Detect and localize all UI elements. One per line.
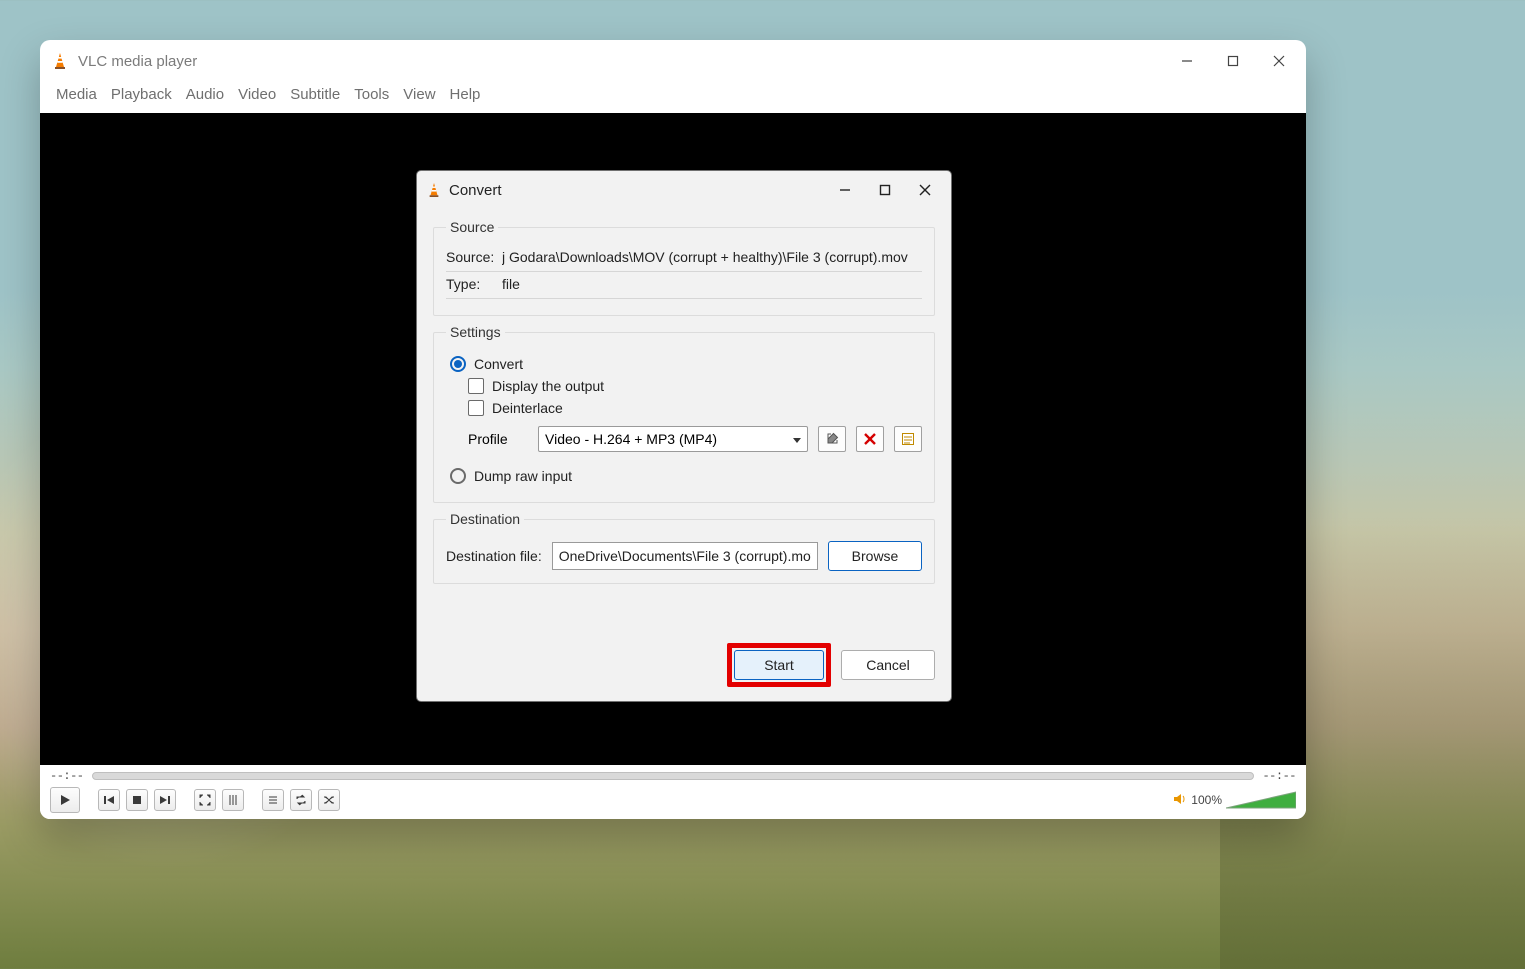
time-elapsed: --:-- (50, 769, 84, 783)
profile-label: Profile (468, 431, 528, 447)
control-bar: --:-- --:-- 100% (40, 765, 1306, 819)
dialog-title: Convert (449, 182, 502, 199)
menu-video[interactable]: Video (238, 86, 276, 103)
dropdown-caret-icon (793, 431, 801, 447)
deinterlace-label: Deinterlace (492, 400, 563, 416)
profile-select[interactable]: Video - H.264 + MP3 (MP4) (538, 426, 808, 452)
dialog-maximize-button[interactable] (865, 176, 905, 204)
volume-label: 100% (1191, 793, 1222, 807)
vlc-cone-icon (427, 182, 441, 198)
extended-settings-button[interactable] (222, 789, 244, 811)
maximize-button[interactable] (1210, 46, 1256, 76)
source-legend: Source (446, 219, 498, 235)
close-button[interactable] (1256, 46, 1302, 76)
playlist-button[interactable] (262, 789, 284, 811)
fullscreen-button[interactable] (194, 789, 216, 811)
dialog-minimize-button[interactable] (825, 176, 865, 204)
checkbox-empty-icon (468, 378, 484, 394)
menu-view[interactable]: View (403, 86, 435, 103)
radio-empty-icon (450, 468, 466, 484)
main-menubar: Media Playback Audio Video Subtitle Tool… (40, 82, 1306, 113)
main-window-title: VLC media player (78, 53, 197, 70)
dump-raw-label: Dump raw input (474, 468, 572, 484)
edit-profile-button[interactable] (818, 426, 846, 452)
previous-button[interactable] (98, 789, 120, 811)
next-button[interactable] (154, 789, 176, 811)
delete-profile-button[interactable] (856, 426, 884, 452)
menu-audio[interactable]: Audio (186, 86, 224, 103)
profile-value: Video - H.264 + MP3 (MP4) (545, 431, 717, 447)
convert-radio-label: Convert (474, 356, 523, 372)
new-profile-button[interactable] (894, 426, 922, 452)
radio-selected-icon (450, 356, 466, 372)
main-titlebar[interactable]: VLC media player (40, 40, 1306, 82)
type-value: file (502, 276, 922, 292)
menu-help[interactable]: Help (450, 86, 481, 103)
play-button[interactable] (50, 787, 80, 813)
time-remaining: --:-- (1262, 769, 1296, 783)
menu-media[interactable]: Media (56, 86, 97, 103)
menu-tools[interactable]: Tools (354, 86, 389, 103)
deinterlace-checkbox[interactable]: Deinterlace (468, 400, 922, 416)
dialog-close-button[interactable] (905, 176, 945, 204)
shuffle-button[interactable] (318, 789, 340, 811)
destination-file-label: Destination file: (446, 548, 542, 564)
settings-group: Settings Convert Display the output Dein… (433, 324, 935, 503)
start-button[interactable]: Start (734, 650, 824, 680)
browse-button[interactable]: Browse (828, 541, 922, 571)
vlc-cone-icon (52, 52, 68, 70)
volume-slider[interactable] (1226, 790, 1296, 810)
cancel-label: Cancel (866, 657, 910, 673)
dump-raw-radio[interactable]: Dump raw input (450, 468, 922, 484)
dialog-footer: Start Cancel (417, 637, 951, 701)
destination-legend: Destination (446, 511, 524, 527)
minimize-button[interactable] (1164, 46, 1210, 76)
destination-group: Destination Destination file: Browse (433, 511, 935, 584)
loop-button[interactable] (290, 789, 312, 811)
start-label: Start (764, 657, 794, 673)
display-output-checkbox[interactable]: Display the output (468, 378, 922, 394)
menu-playback[interactable]: Playback (111, 86, 172, 103)
convert-radio[interactable]: Convert (450, 356, 922, 372)
convert-dialog: Convert Source Source: j Godara\Download… (416, 170, 952, 702)
seek-slider[interactable] (92, 772, 1255, 780)
settings-legend: Settings (446, 324, 505, 340)
annotation-highlight: Start (727, 643, 831, 687)
source-label: Source: (446, 249, 502, 265)
menu-subtitle[interactable]: Subtitle (290, 86, 340, 103)
speaker-icon[interactable] (1173, 792, 1187, 809)
cancel-button[interactable]: Cancel (841, 650, 935, 680)
dialog-titlebar[interactable]: Convert (417, 171, 951, 209)
checkbox-empty-icon (468, 400, 484, 416)
browse-label: Browse (852, 548, 899, 564)
stop-button[interactable] (126, 789, 148, 811)
source-value: j Godara\Downloads\MOV (corrupt + health… (502, 249, 922, 265)
display-output-label: Display the output (492, 378, 604, 394)
type-label: Type: (446, 276, 502, 292)
destination-file-input[interactable] (552, 542, 818, 570)
source-group: Source Source: j Godara\Downloads\MOV (c… (433, 219, 935, 316)
